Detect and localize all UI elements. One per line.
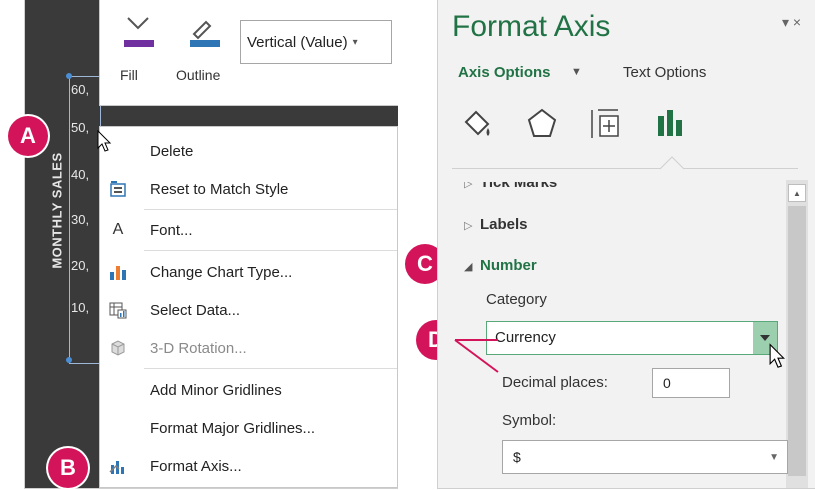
symbol-dropdown[interactable]: $ ▼ [502, 440, 788, 474]
selection-handle[interactable] [66, 73, 72, 79]
chevron-down-icon: ▾ [352, 36, 358, 48]
font-icon: A [112, 221, 124, 238]
callout-badge: A [8, 116, 48, 156]
collapsed-triangle-icon: ▷ [464, 220, 473, 232]
menu-item-add-minor-gridlines[interactable]: Add Minor Gridlines [100, 371, 397, 409]
menu-item-label: Change Chart Type... [150, 263, 293, 281]
mini-toolbar: Fill Outline Vertical (Value) ▾ [99, 0, 398, 106]
symbol-value: $ [513, 449, 521, 465]
outline-button[interactable]: Outline [170, 0, 240, 100]
symbol-label: Symbol: [502, 412, 557, 429]
reset-style-icon [108, 179, 128, 199]
menu-item-label: Font... [150, 221, 193, 239]
chevron-down-icon: ▼ [769, 452, 779, 463]
fill-label: Fill [120, 67, 138, 83]
axis-tick-label: 30, [71, 212, 90, 227]
pane-title: Format Axis [452, 10, 611, 43]
menu-item-format-axis[interactable]: Format Axis... [100, 447, 397, 485]
callout-leader-line [454, 339, 499, 373]
menu-item-select-data[interactable]: Select Data... [100, 291, 397, 329]
menu-item-format-major-gridlines[interactable]: Format Major Gridlines... [100, 409, 397, 447]
axis-tick-label: 40, [71, 167, 90, 182]
chart-type-icon [108, 262, 128, 282]
scrollbar-thumb[interactable] [788, 206, 806, 476]
format-axis-pane: Format Axis ▾ × Axis Options ▼ Text Opti… [437, 0, 815, 489]
outline-pen-icon [190, 20, 220, 47]
axis-tick-label: 50, [71, 120, 90, 135]
format-axis-icon [108, 456, 128, 476]
axis-tick-label: 60, [71, 82, 90, 97]
collapsed-triangle-icon: ▷ [464, 178, 473, 190]
menu-separator [144, 209, 397, 210]
chart-panel: MONTHLY SALES 60, 50, 40, 30, 20, 10, Fi… [24, 0, 398, 489]
menu-item-change-chart-type[interactable]: Change Chart Type... [100, 253, 397, 291]
fill-button[interactable]: Fill [104, 0, 164, 100]
divider [452, 168, 798, 169]
callout-badge: B [48, 448, 88, 488]
expanded-triangle-icon: ◢ [464, 261, 473, 273]
section-number[interactable]: ◢ Number [464, 257, 537, 274]
section-labels[interactable]: ▷ Labels [464, 216, 528, 233]
menu-item-label: Delete [150, 142, 194, 160]
selected-tab-pointer [660, 156, 684, 170]
axis-tick-label: 20, [71, 258, 90, 273]
menu-item-3d-rotation[interactable]: 3-D Rotation... [100, 329, 397, 367]
pane-window-controls[interactable]: ▾ × [782, 14, 801, 31]
menu-item-label: Format Major Gridlines... [150, 419, 316, 437]
selection-handle[interactable] [66, 357, 72, 363]
category-dropdown[interactable]: Currency [486, 321, 778, 355]
menu-item-label: Add Minor Gridlines [150, 381, 282, 399]
fill-icon [124, 17, 154, 47]
fill-line-icon[interactable] [460, 106, 496, 142]
rotation-3d-icon [108, 338, 128, 358]
mouse-pointer-icon [769, 343, 785, 368]
chevron-down-icon[interactable]: ▼ [571, 66, 582, 78]
context-menu: Delete Reset to Match Style A Font... Ch… [99, 126, 398, 488]
size-properties-icon[interactable] [588, 106, 624, 142]
select-data-icon [108, 300, 128, 320]
chart-element-dropdown[interactable]: Vertical (Value) ▾ [240, 20, 392, 64]
category-label: Category [486, 291, 547, 308]
menu-item-label: Select Data... [150, 301, 241, 319]
menu-item-delete[interactable]: Delete [100, 132, 397, 170]
menu-item-reset-style[interactable]: Reset to Match Style [100, 170, 397, 208]
axis-tick-label: 10, [71, 300, 90, 315]
decimal-places-input[interactable]: 0 [652, 368, 730, 398]
menu-item-label: Reset to Match Style [150, 180, 289, 198]
axis-options-icon[interactable] [652, 106, 688, 142]
menu-item-label: 3-D Rotation... [150, 339, 247, 357]
menu-item-label: Format Axis... [150, 457, 242, 475]
tab-axis-options[interactable]: Axis Options [458, 64, 551, 81]
outline-label: Outline [176, 67, 221, 83]
menu-item-font[interactable]: A Font... [100, 211, 397, 249]
tab-text-options[interactable]: Text Options [623, 64, 706, 81]
menu-separator [144, 368, 397, 369]
effects-icon[interactable] [524, 106, 560, 142]
chart-element-value: Vertical (Value) [247, 33, 348, 51]
axis-title-text: MONTHLY SALES [49, 151, 65, 269]
scroll-up-icon[interactable]: ▲ [788, 184, 806, 202]
section-tick-marks[interactable]: ▷ Tick Marks [464, 178, 557, 191]
mouse-pointer-icon [97, 130, 112, 152]
menu-separator [144, 250, 397, 251]
